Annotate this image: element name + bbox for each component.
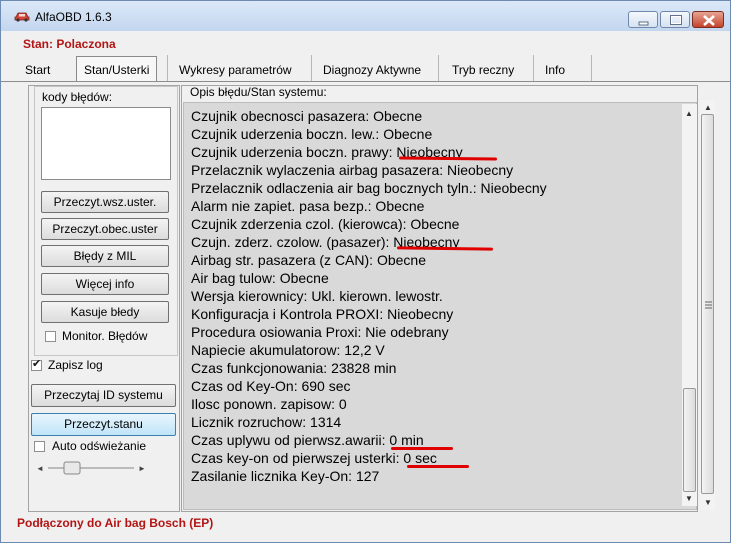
minimize-button[interactable] xyxy=(628,11,658,28)
state-line: Licznik rozruchow: 1314 xyxy=(191,414,342,430)
read-all-errors-button[interactable]: Przeczyt.wsz.uster. xyxy=(41,191,169,213)
tab-stan-usterki[interactable]: Stan/Usterki xyxy=(76,56,158,82)
state-line: Zasilanie licznika Key-On: 127 xyxy=(191,468,380,484)
state-line: Alarm nie zapiet. pasa bezp.: Obecne xyxy=(191,198,425,214)
close-button[interactable] xyxy=(692,11,724,28)
panel-scrollbar[interactable]: ▲ ▼ xyxy=(700,100,715,510)
textarea-scrollbar[interactable]: ▲ ▼ xyxy=(682,104,697,506)
state-line: Czujnik zderzenia czol. (kierowca): Obec… xyxy=(191,216,460,232)
save-log-checkbox[interactable]: ✔ xyxy=(31,358,42,371)
highlight-underline xyxy=(391,447,453,450)
state-line: Czujn. zderz. czolow. (pasazer): Nieobec… xyxy=(191,234,460,250)
monitor-errors-label: Monitor. Błędów xyxy=(62,329,148,343)
refresh-interval-slider[interactable]: ◄ ► xyxy=(34,457,150,479)
state-line: Wersja kierownicy: Ukl. kierown. lewostr… xyxy=(191,288,443,304)
tab-separator xyxy=(311,55,312,82)
save-log-label: Zapisz log xyxy=(48,358,103,372)
state-line: Czas uplywu od pierwsz.awarii: 0 min xyxy=(191,432,424,448)
monitor-errors-checkbox[interactable] xyxy=(45,331,56,342)
svg-text:►: ► xyxy=(138,464,146,473)
grip-icon xyxy=(705,301,712,309)
state-line: Czas funkcjonowania: 23828 min xyxy=(191,360,397,376)
car-icon xyxy=(14,12,30,22)
system-state-lines: Czujnik obecnosci pasazera: Obecne Czujn… xyxy=(191,107,547,485)
state-line: Czujnik obecnosci pasazera: Obecne xyxy=(191,108,423,124)
auto-refresh-checkbox[interactable] xyxy=(34,441,45,452)
tab-start[interactable]: Start xyxy=(17,60,58,82)
title-bar[interactable]: AlfaOBD 1.6.3 xyxy=(1,1,730,31)
connected-module-status: Podłączony do Air bag Bosch (EP) xyxy=(17,516,214,530)
tab-separator xyxy=(591,55,592,82)
state-line: Procedura osiowania Proxi: Nie odebrany xyxy=(191,324,449,340)
clear-errors-button[interactable]: Kasuje błedy xyxy=(41,301,169,323)
state-line: Ilosc ponown. zapisow: 0 xyxy=(191,396,347,412)
tab-separator xyxy=(167,55,168,82)
connection-status: Stan: Polaczona xyxy=(23,37,116,51)
scroll-up-icon[interactable]: ▲ xyxy=(685,109,693,118)
state-line: Czas key-on od pierwszej usterki: 0 sec xyxy=(191,450,437,466)
read-current-errors-button[interactable]: Przeczyt.obec.uster xyxy=(41,218,169,240)
panel-scroll-thumb[interactable] xyxy=(701,114,714,494)
state-line: Air bag tulow: Obecne xyxy=(191,270,329,286)
svg-text:◄: ◄ xyxy=(36,464,44,473)
error-codes-label: kody błędów: xyxy=(42,90,113,104)
state-line: Czujnik uderzenia boczn. lew.: Obecne xyxy=(191,126,433,142)
more-info-button[interactable]: Więcej info xyxy=(41,273,169,295)
state-line: Airbag str. pasazera (z CAN): Obecne xyxy=(191,252,426,268)
highlight-underline xyxy=(407,465,469,468)
scroll-up-icon[interactable]: ▲ xyxy=(704,103,712,112)
read-state-button[interactable]: Przeczyt.stanu xyxy=(31,413,176,436)
tab-separator xyxy=(438,55,439,82)
minimize-icon xyxy=(638,21,649,26)
state-line: Napiecie akumulatorow: 12,2 V xyxy=(191,342,385,358)
maximize-button[interactable] xyxy=(660,11,690,28)
scroll-down-icon[interactable]: ▼ xyxy=(704,498,712,507)
auto-refresh-label: Auto odświeżanie xyxy=(52,439,147,453)
tab-tryb-reczny[interactable]: Tryb reczny xyxy=(444,60,522,82)
app-window: AlfaOBD 1.6.3 Stan: Polaczona Start Stan… xyxy=(0,0,731,543)
state-line: Konfiguracja i Kontrola PROXI: Nieobecny xyxy=(191,306,454,322)
tab-diagnozy-aktywne[interactable]: Diagnozy Aktywne xyxy=(315,60,429,82)
tab-info[interactable]: Info xyxy=(537,60,573,82)
tab-baseline xyxy=(1,81,730,82)
read-system-id-button[interactable]: Przeczytaj ID systemu xyxy=(31,384,176,407)
textarea-scroll-thumb[interactable] xyxy=(683,388,696,492)
maximize-icon xyxy=(670,15,682,25)
window-title: AlfaOBD 1.6.3 xyxy=(35,10,112,24)
checkmark-icon: ✔ xyxy=(32,358,42,370)
state-line: Czas od Key-On: 690 sec xyxy=(191,378,351,394)
mil-errors-button[interactable]: Błędy z MIL xyxy=(41,245,169,267)
tab-wykresy-parametrow[interactable]: Wykresy parametrów xyxy=(171,60,300,82)
state-line: Przelacznik odlaczenia air bag bocznych … xyxy=(191,180,547,196)
close-icon xyxy=(703,15,715,26)
status-panel-header: Opis błędu/Stan systemu: xyxy=(190,85,327,99)
scroll-down-icon[interactable]: ▼ xyxy=(685,494,693,503)
tab-separator xyxy=(533,55,534,82)
state-line: Przelacznik wylaczenia airbag pasazera: … xyxy=(191,162,514,178)
error-codes-list[interactable] xyxy=(41,107,171,180)
